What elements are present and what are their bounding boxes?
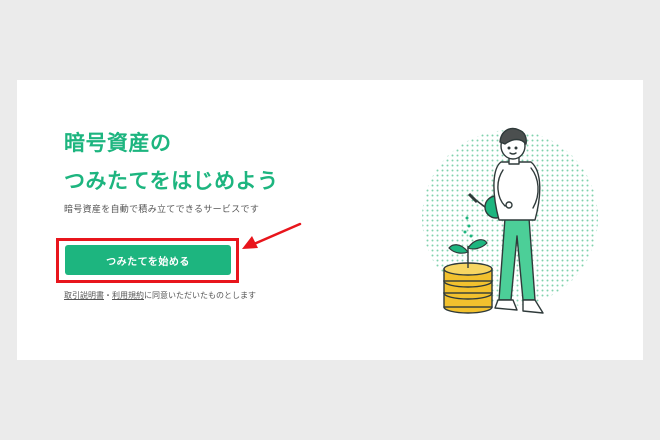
start-tsumitate-button[interactable]: つみたてを始める — [65, 245, 231, 275]
headline-line-2: つみたてをはじめよう — [64, 169, 279, 193]
coin-stack-icon — [443, 262, 493, 314]
consent-text: 取引説明書・利用規約に同意いただいたものとします — [64, 290, 256, 301]
consent-suffix: に同意いただいたものとします — [144, 291, 256, 300]
transaction-terms-link[interactable]: 取引説明書 — [64, 291, 104, 300]
consent-separator: ・ — [104, 291, 112, 300]
terms-of-use-link[interactable]: 利用規約 — [112, 291, 144, 300]
headline-line-1: 暗号資産の — [64, 131, 172, 155]
hero-subtext: 暗号資産を自動で積み立てできるサービスです — [64, 205, 260, 215]
red-arrow-icon — [242, 222, 302, 249]
person-watering-coin-plant-illustration — [422, 127, 598, 314]
hero-headline: 暗号資産の つみたてをはじめよう — [64, 124, 279, 200]
